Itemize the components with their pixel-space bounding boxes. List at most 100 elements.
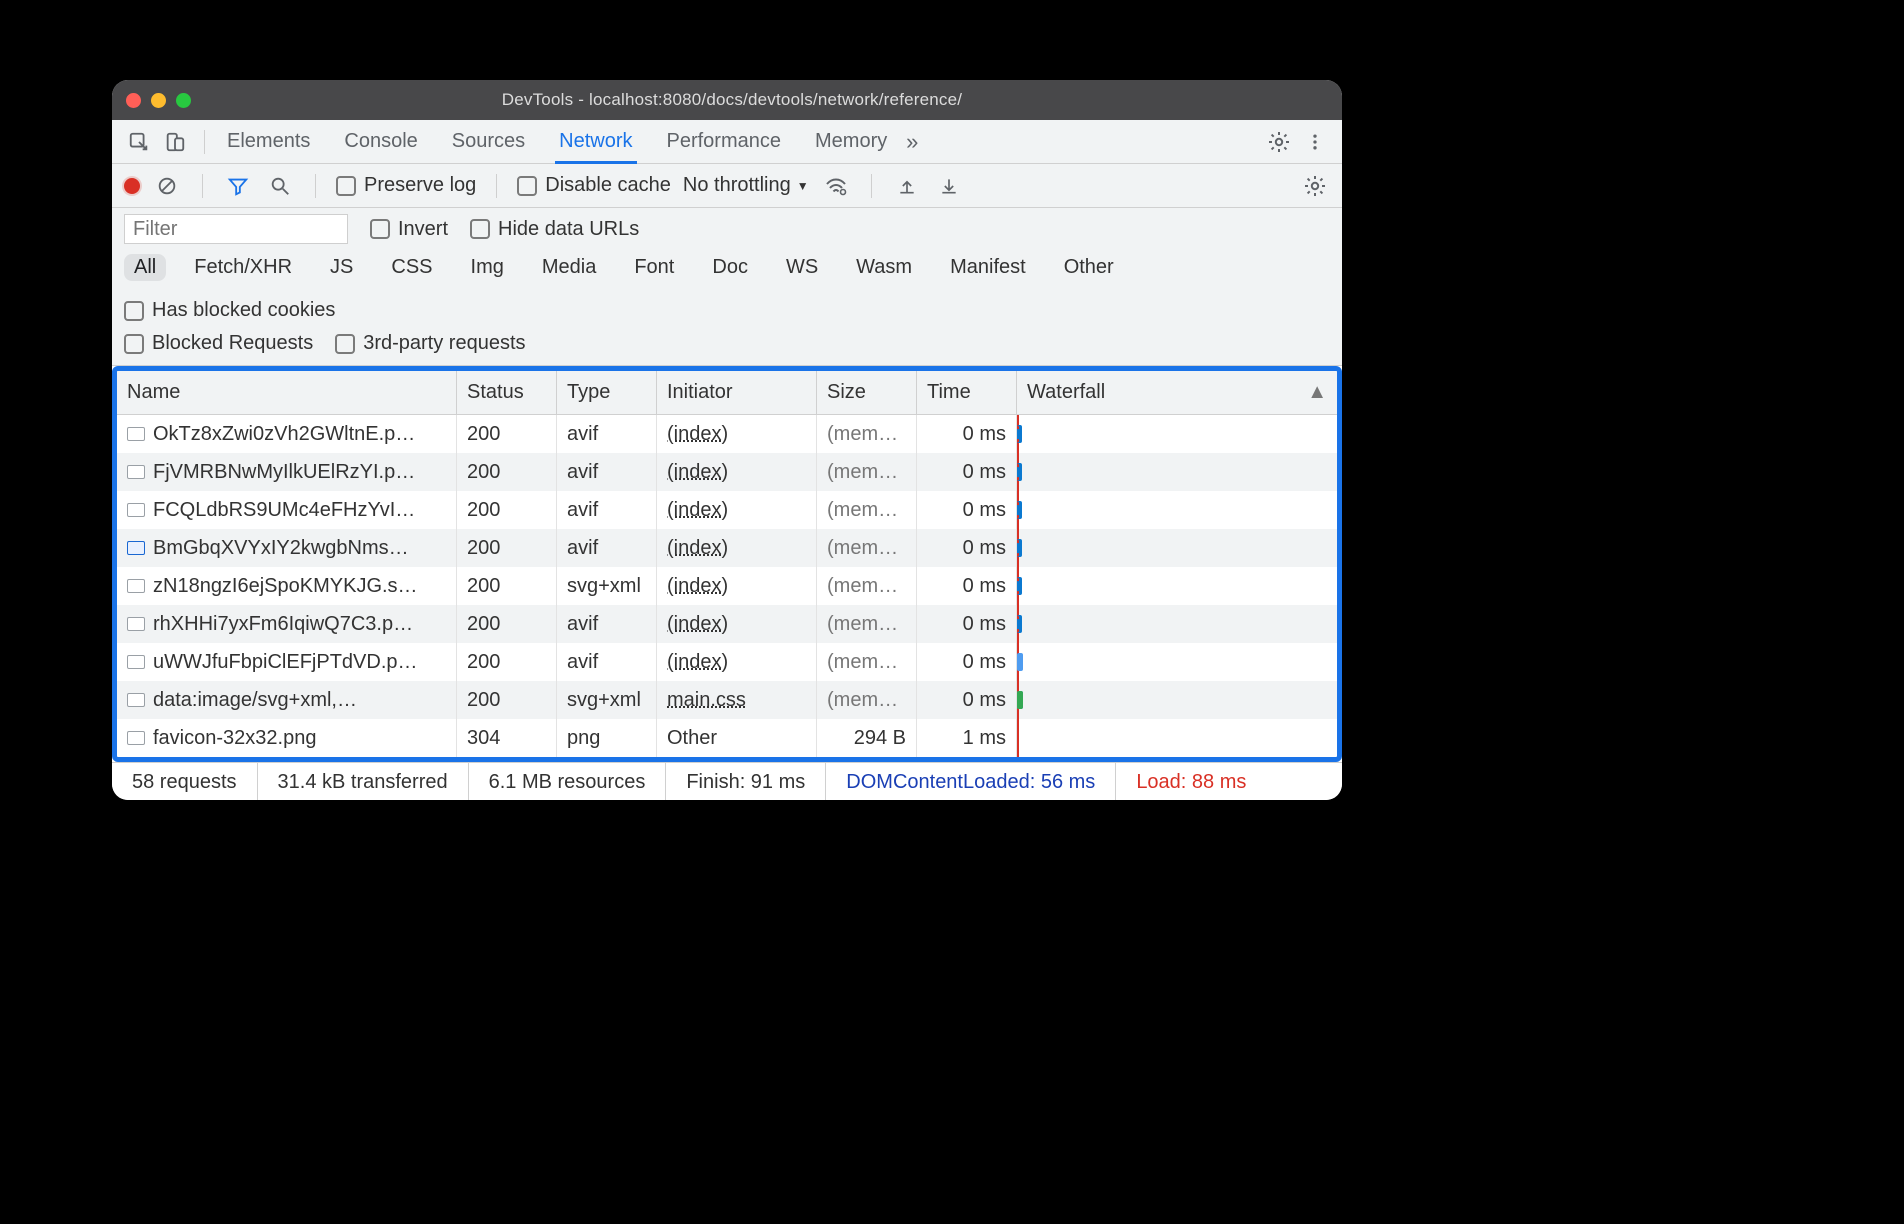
initiator-link[interactable]: (index) bbox=[667, 423, 728, 446]
table-row[interactable]: FCQLdbRS9UMc4eFHzYvI…200avif(index)(mem…… bbox=[117, 491, 1337, 529]
col-initiator[interactable]: Initiator bbox=[657, 371, 817, 414]
filter-type-css[interactable]: CSS bbox=[381, 254, 442, 281]
request-name: FjVMRBNwMyIlkUElRzYI.p… bbox=[153, 461, 415, 484]
devtools-window: DevTools - localhost:8080/docs/devtools/… bbox=[112, 80, 1342, 800]
kebab-menu-icon[interactable] bbox=[1300, 127, 1330, 157]
waterfall-segment bbox=[1017, 653, 1023, 671]
load-marker-line bbox=[1017, 719, 1019, 757]
cell-initiator: (index) bbox=[657, 643, 817, 681]
export-har-icon[interactable] bbox=[934, 171, 964, 201]
col-status[interactable]: Status bbox=[457, 371, 557, 414]
cell-waterfall bbox=[1017, 567, 1337, 605]
filter-type-doc[interactable]: Doc bbox=[702, 254, 758, 281]
filter-type-fetch-xhr[interactable]: Fetch/XHR bbox=[184, 254, 302, 281]
sort-asc-icon: ▲ bbox=[1307, 381, 1327, 404]
initiator-link[interactable]: (index) bbox=[667, 537, 728, 560]
tab-memory[interactable]: Memory bbox=[811, 120, 891, 164]
col-name[interactable]: Name bbox=[117, 371, 457, 414]
cell-initiator: Other bbox=[657, 719, 817, 757]
cell-size: (mem… bbox=[817, 643, 917, 681]
filter-type-font[interactable]: Font bbox=[624, 254, 684, 281]
filter-type-img[interactable]: Img bbox=[461, 254, 514, 281]
col-type[interactable]: Type bbox=[557, 371, 657, 414]
filter-type-wasm[interactable]: Wasm bbox=[846, 254, 922, 281]
table-row[interactable]: favicon-32x32.png304pngOther294 B1 ms bbox=[117, 719, 1337, 757]
tab-network[interactable]: Network bbox=[555, 120, 636, 164]
status-transferred: 31.4 kB transferred bbox=[258, 763, 469, 800]
settings-gear-icon[interactable] bbox=[1264, 127, 1294, 157]
zoom-window-button[interactable] bbox=[176, 93, 191, 108]
initiator-link[interactable]: (index) bbox=[667, 613, 728, 636]
blocked-requests-checkbox[interactable]: Blocked Requests bbox=[124, 332, 313, 355]
initiator-link[interactable]: (index) bbox=[667, 461, 728, 484]
import-har-icon[interactable] bbox=[892, 171, 922, 201]
tab-performance[interactable]: Performance bbox=[663, 120, 786, 164]
filter-type-other[interactable]: Other bbox=[1054, 254, 1124, 281]
request-name: uWWJfuFbpiClEFjPTdVD.p… bbox=[153, 651, 418, 674]
third-party-checkbox[interactable]: 3rd-party requests bbox=[335, 332, 525, 355]
cell-size: (mem… bbox=[817, 681, 917, 719]
tab-elements[interactable]: Elements bbox=[223, 120, 314, 164]
blocked-requests-label: Blocked Requests bbox=[152, 332, 313, 355]
initiator-link[interactable]: (index) bbox=[667, 575, 728, 598]
table-row[interactable]: FjVMRBNwMyIlkUElRzYI.p…200avif(index)(me… bbox=[117, 453, 1337, 491]
initiator-link[interactable]: (index) bbox=[667, 651, 728, 674]
table-row[interactable]: BmGbqXVYxIY2kwgbNms…200avif(index)(mem…0… bbox=[117, 529, 1337, 567]
cell-time: 0 ms bbox=[917, 491, 1017, 529]
cell-time: 0 ms bbox=[917, 643, 1017, 681]
filter-type-media[interactable]: Media bbox=[532, 254, 606, 281]
filter-type-all[interactable]: All bbox=[124, 254, 166, 281]
hide-data-urls-label: Hide data URLs bbox=[498, 218, 639, 241]
clear-icon[interactable] bbox=[152, 171, 182, 201]
initiator-link[interactable]: main.css bbox=[667, 689, 746, 712]
minimize-window-button[interactable] bbox=[151, 93, 166, 108]
initiator-link: Other bbox=[667, 727, 717, 750]
tab-console[interactable]: Console bbox=[340, 120, 421, 164]
cell-waterfall bbox=[1017, 681, 1337, 719]
filter-type-js[interactable]: JS bbox=[320, 254, 363, 281]
cell-type: avif bbox=[557, 643, 657, 681]
cell-waterfall bbox=[1017, 529, 1337, 567]
device-toolbar-icon[interactable] bbox=[160, 127, 190, 157]
col-size[interactable]: Size bbox=[817, 371, 917, 414]
tab-sources[interactable]: Sources bbox=[448, 120, 529, 164]
table-row[interactable]: zN18ngzI6ejSpoKMYKJG.s…200svg+xml(index)… bbox=[117, 567, 1337, 605]
request-name: favicon-32x32.png bbox=[153, 727, 316, 750]
cell-waterfall bbox=[1017, 605, 1337, 643]
col-waterfall[interactable]: Waterfall▲ bbox=[1017, 371, 1337, 414]
initiator-link[interactable]: (index) bbox=[667, 499, 728, 522]
throttling-select[interactable]: No throttling ▼ bbox=[683, 174, 809, 197]
network-conditions-icon[interactable] bbox=[821, 171, 851, 201]
cell-type: png bbox=[557, 719, 657, 757]
cell-waterfall bbox=[1017, 643, 1337, 681]
filter-type-ws[interactable]: WS bbox=[776, 254, 828, 281]
search-icon[interactable] bbox=[265, 171, 295, 201]
record-button[interactable] bbox=[124, 178, 140, 194]
filter-type-manifest[interactable]: Manifest bbox=[940, 254, 1036, 281]
table-row[interactable]: OkTz8xZwi0zVh2GWltnE.p…200avif(index)(me… bbox=[117, 415, 1337, 453]
hide-data-urls-checkbox[interactable]: Hide data URLs bbox=[470, 218, 639, 241]
cell-status: 200 bbox=[457, 453, 557, 491]
has-blocked-cookies-checkbox[interactable]: Has blocked cookies bbox=[124, 299, 335, 322]
table-row[interactable]: uWWJfuFbpiClEFjPTdVD.p…200avif(index)(me… bbox=[117, 643, 1337, 681]
filter-icon[interactable] bbox=[223, 171, 253, 201]
table-row[interactable]: rhXHHi7yxFm6IqiwQ7C3.p…200avif(index)(me… bbox=[117, 605, 1337, 643]
preserve-log-checkbox[interactable]: Preserve log bbox=[336, 174, 476, 197]
col-time[interactable]: Time bbox=[917, 371, 1017, 414]
more-tabs-icon[interactable]: » bbox=[897, 127, 927, 157]
table-row[interactable]: data:image/svg+xml,…200svg+xmlmain.css(m… bbox=[117, 681, 1337, 719]
request-name: zN18ngzI6ejSpoKMYKJG.s… bbox=[153, 575, 418, 598]
network-settings-gear-icon[interactable] bbox=[1300, 171, 1330, 201]
close-window-button[interactable] bbox=[126, 93, 141, 108]
cell-initiator: (index) bbox=[657, 567, 817, 605]
inspect-element-icon[interactable] bbox=[124, 127, 154, 157]
filter-input[interactable] bbox=[124, 214, 348, 244]
disable-cache-checkbox[interactable]: Disable cache bbox=[517, 174, 671, 197]
invert-checkbox[interactable]: Invert bbox=[370, 218, 448, 241]
table-body: OkTz8xZwi0zVh2GWltnE.p… 200 avif (index) (me… bbox=[117, 415, 1337, 757]
file-type-icon bbox=[127, 541, 145, 555]
status-domcontentloaded: DOMContentLoaded: 56 ms bbox=[826, 763, 1116, 800]
request-name: OkTz8xZwi0zVh2GWltnE.p… bbox=[153, 423, 415, 446]
cell-time: 0 ms bbox=[917, 567, 1017, 605]
separator bbox=[496, 174, 497, 198]
